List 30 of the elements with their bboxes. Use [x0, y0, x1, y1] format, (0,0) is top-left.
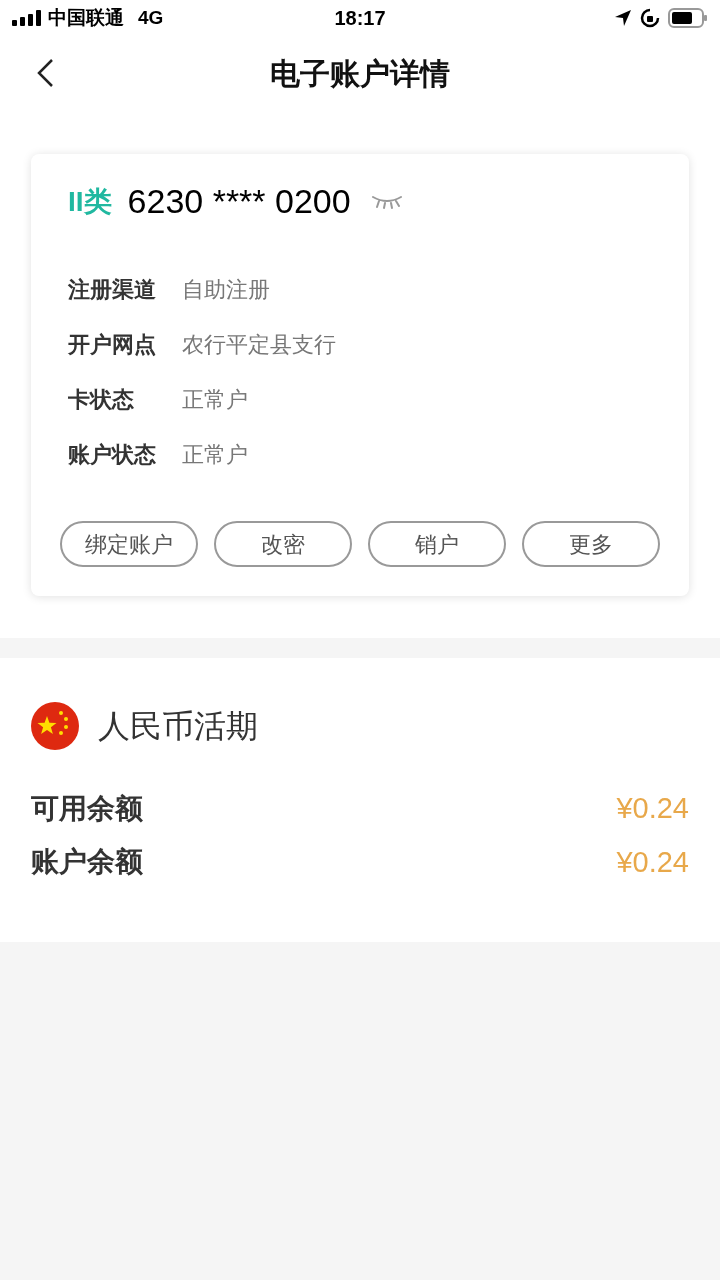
field-value: 正常户	[182, 441, 248, 469]
field-value: 自助注册	[182, 276, 270, 304]
status-time: 18:17	[334, 6, 386, 31]
field-label: 账户状态	[68, 441, 157, 469]
back-icon	[36, 58, 54, 88]
action-button[interactable]: 销户	[368, 521, 506, 567]
action-button[interactable]: 更多	[522, 521, 660, 567]
page-title: 电子账户详情	[270, 55, 450, 92]
currency-title: 人民币活期	[98, 707, 258, 746]
field-label: 注册渠道	[68, 276, 157, 304]
action-button[interactable]: 绑定账户	[60, 521, 198, 567]
rotation-lock-icon	[640, 8, 660, 28]
account-type-label: II类	[68, 184, 112, 219]
network-type: 4G	[138, 5, 164, 30]
balance-amount: ¥0.24	[616, 844, 689, 880]
field-label: 开户网点	[68, 331, 157, 359]
balance-amount: ¥0.24	[616, 791, 689, 826]
signal-icon	[12, 10, 42, 26]
field-label: 卡状态	[68, 386, 135, 414]
closed-eye-icon[interactable]	[370, 194, 403, 209]
account-number: 6230 **** 0200	[127, 181, 351, 222]
location-arrow-icon	[614, 9, 632, 27]
balance-label: 账户余额	[31, 845, 143, 880]
china-flag-icon	[31, 702, 79, 750]
field-value: 正常户	[182, 386, 248, 414]
balance-label: 可用余额	[31, 791, 143, 826]
battery-icon	[668, 8, 708, 28]
carrier-name: 中国联通	[48, 5, 124, 30]
action-button[interactable]: 改密	[214, 521, 352, 567]
field-value: 农行平定县支行	[182, 331, 336, 359]
